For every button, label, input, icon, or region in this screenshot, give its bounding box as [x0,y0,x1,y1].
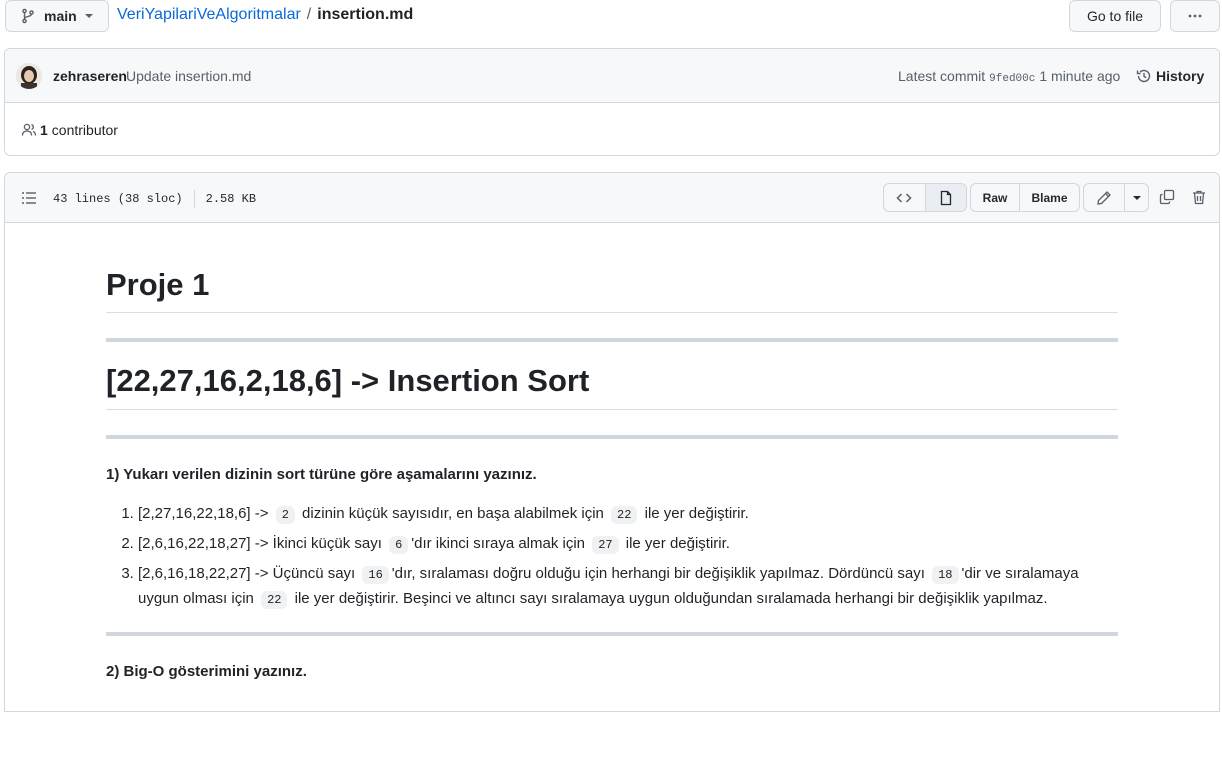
file-viewer: 43 lines (38 sloc) 2.58 KB Raw Blame Pro… [4,172,1220,712]
heading-proje: Proje 1 [106,247,1118,313]
copy-icon[interactable] [1159,189,1175,205]
raw-button[interactable]: Raw [971,184,1019,211]
contributors-label: contributor [51,122,118,138]
step-text: 'dır ikinci sıraya almak için [411,535,590,552]
triangle-down-icon [1132,195,1141,200]
more-options-button[interactable] [1170,0,1220,32]
preview-view-button[interactable] [924,184,966,211]
edit-group [1083,183,1149,212]
top-bar: main VeriYapilariVeAlgoritmalar / insert… [0,0,1222,34]
latest-commit-row: zehraseren Update insertion.md Latest co… [5,49,1219,103]
latest-commit-info: Latest commit 9fed00c 1 minute ago [898,68,1120,85]
breadcrumb: VeriYapilariVeAlgoritmalar / insertion.m… [117,6,413,24]
inline-code: 22 [611,506,638,524]
step-text: ile yer değiştirir. [621,535,730,552]
list-unordered-icon[interactable] [21,190,37,206]
inline-code: 16 [362,566,389,584]
inline-code: 6 [389,536,409,554]
history-button[interactable]: History [1136,68,1204,84]
go-to-file-button[interactable]: Go to file [1069,0,1161,32]
file-info: 43 lines (38 sloc) 2.58 KB [53,190,256,208]
step-text: ile yer değiştirir. [640,505,749,522]
pencil-icon [1097,190,1111,205]
history-label: History [1156,68,1205,84]
list-item: [2,27,16,22,18,6] -> 2 dizinin küçük say… [138,502,1118,527]
blame-button[interactable]: Blame [1019,184,1079,211]
breadcrumb-separator: / [306,6,312,23]
steps-list: [2,27,16,22,18,6] -> 2 dizinin küçük say… [106,502,1118,612]
heading-insertion-sort: [22,27,16,2,18,6] -> Insertion Sort [106,342,1118,410]
view-mode-toggle [883,183,967,212]
breadcrumb-file: insertion.md [317,6,414,23]
inline-code: 22 [261,591,288,609]
history-icon [1136,69,1151,83]
commit-info-box: zehraseren Update insertion.md Latest co… [4,48,1220,156]
edit-button[interactable] [1084,184,1124,211]
contributors-link[interactable]: 1 contributor [21,122,118,138]
code-icon [896,192,912,203]
git-branch-icon [22,8,34,24]
step-text: 'dır, sıralaması doğru olduğu için herha… [391,565,930,582]
commit-sha-link[interactable]: 9fed00c [989,73,1035,85]
horizontal-rule [106,632,1118,636]
markdown-body: Proje 1 [22,27,16,2,18,6] -> Insertion S… [106,247,1118,680]
horizontal-rule [106,435,1118,439]
people-icon [21,123,37,136]
inline-code: 27 [592,536,619,554]
kebab-horizontal-icon [1188,14,1202,18]
branch-select-button[interactable]: main [5,0,109,32]
step-text: dizinin küçük sayısıdır, en başa alabilm… [297,505,609,522]
file-size: 2.58 KB [205,192,257,206]
list-item: [2,6,16,18,22,27] -> Üçüncü sayı 16'dır,… [138,562,1118,612]
edit-dropdown-button[interactable] [1124,184,1148,211]
chevron-down-icon [84,14,93,18]
user-avatar-icon [16,63,42,89]
avatar[interactable] [16,63,42,89]
list-item: [2,6,16,22,18,27] -> İkinci küçük sayı 6… [138,532,1118,557]
contributors-row: 1 contributor [5,103,1219,155]
question-1: 1) Yukarı verilen dizinin sort türüne gö… [106,466,537,483]
commit-time: 1 minute ago [1039,68,1121,84]
code-view-button[interactable] [884,184,925,211]
raw-blame-group: Raw Blame [970,183,1080,212]
step-text: [2,6,16,22,18,27] -> İkinci küçük sayı [138,535,387,552]
step-text: [2,27,16,22,18,6] -> [138,505,273,522]
question-2: 2) Big-O gösterimini yazınız. [106,663,307,680]
file-icon [940,190,951,205]
contributors-count: 1 [40,122,48,138]
trash-icon[interactable] [1191,189,1207,205]
file-lines: 43 lines (38 sloc) [53,192,183,206]
file-header: 43 lines (38 sloc) 2.58 KB Raw Blame [5,173,1219,223]
breadcrumb-repo-link[interactable]: VeriYapilariVeAlgoritmalar [117,6,301,24]
commit-message-link[interactable]: Update insertion.md [126,68,251,84]
inline-code: 18 [932,566,959,584]
latest-commit-label: Latest commit [898,68,986,84]
branch-name: main [44,8,77,24]
inline-code: 2 [275,506,295,524]
step-text: ile yer değiştirir. Beşinci ve altıncı s… [290,590,1048,607]
file-info-divider [193,190,195,208]
step-text: [2,6,16,18,22,27] -> Üçüncü sayı [138,565,360,582]
commit-author-link[interactable]: zehraseren [53,68,127,84]
